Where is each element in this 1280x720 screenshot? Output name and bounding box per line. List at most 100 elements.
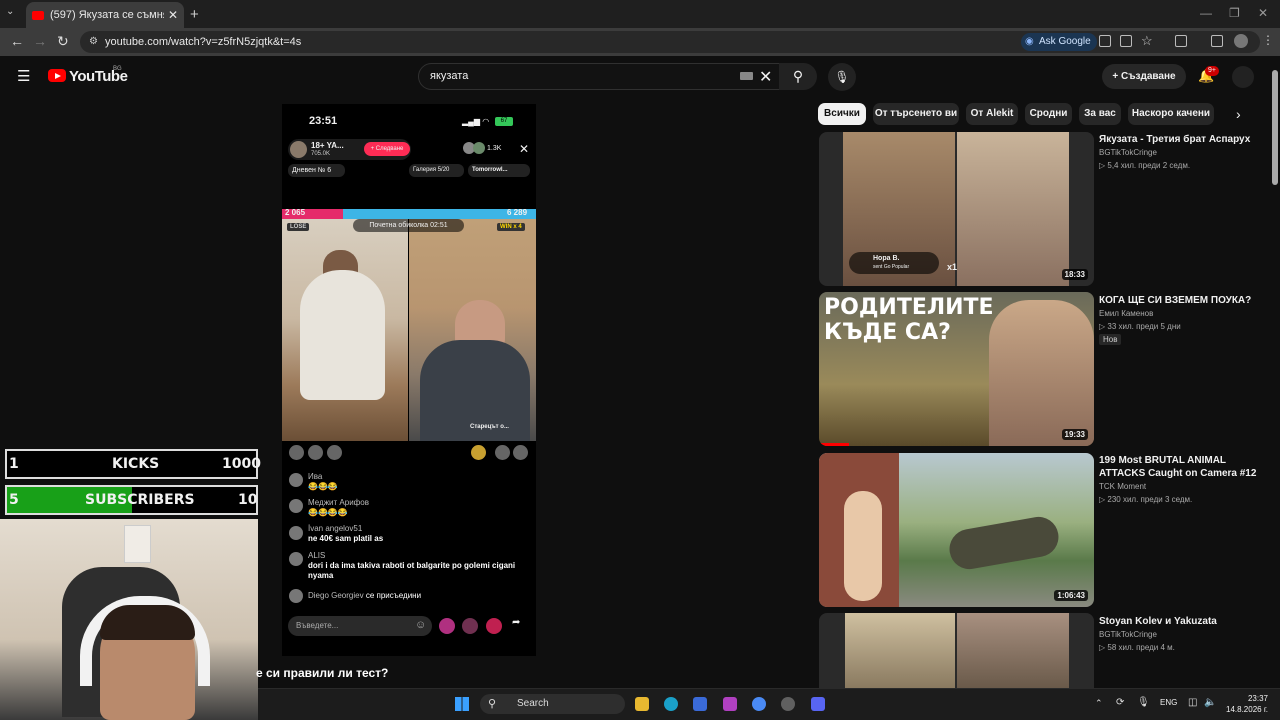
- signal-wifi-icon: ▂▄▆ ◠: [462, 117, 490, 126]
- chat-username: İvan angelov51: [308, 524, 363, 533]
- tab-list-chevron-icon[interactable]: ⌄: [6, 6, 14, 17]
- create-button[interactable]: + Създаване: [1102, 64, 1186, 89]
- profile-avatar[interactable]: [1234, 34, 1248, 48]
- video-title[interactable]: Stoyan Kolev и Yakuzata: [1099, 615, 1264, 628]
- store-icon[interactable]: [693, 697, 707, 711]
- video-thumbnail[interactable]: Нора В. sent Go Popular x1 18:33: [819, 132, 1094, 286]
- hamburger-menu-icon[interactable]: ☰: [17, 67, 30, 85]
- chrome-icon[interactable]: [752, 697, 766, 711]
- chat-username: ALIS: [308, 551, 326, 560]
- video-title[interactable]: Якузата - Третия брат Аспарух: [1099, 133, 1264, 146]
- translate-icon[interactable]: [1099, 35, 1111, 47]
- channel-name[interactable]: Емил Каменов: [1099, 309, 1153, 318]
- discord-icon[interactable]: [811, 697, 825, 711]
- chat-username: Меджит Арифов: [308, 498, 369, 507]
- kicks-target: 1000: [222, 456, 261, 472]
- back-button[interactable]: ←: [10, 33, 24, 49]
- edge-icon[interactable]: [664, 697, 678, 711]
- viewer-count: 1.3K: [487, 145, 502, 152]
- host-avatar: [290, 141, 307, 158]
- emoji-icon: ☺: [415, 619, 427, 631]
- search-input[interactable]: якузата: [418, 63, 780, 90]
- volume-icon[interactable]: 🔈: [1204, 697, 1216, 708]
- reading-list-icon[interactable]: [1211, 35, 1223, 47]
- tray-overflow-icon[interactable]: ⌃: [1095, 698, 1103, 709]
- search-button[interactable]: ⚲: [779, 63, 817, 90]
- forward-button[interactable]: →: [33, 33, 47, 49]
- taskbar-clock[interactable]: 23:37 14.8.2026 г.: [1225, 693, 1268, 715]
- bookmark-star-icon[interactable]: ☆: [1141, 33, 1153, 49]
- video-subtitle: е си правили ли тест?: [256, 666, 389, 680]
- channel-name[interactable]: BGTikTokCringe: [1099, 148, 1157, 157]
- create-label: Създаване: [1121, 71, 1176, 82]
- language-indicator[interactable]: ENG: [1160, 698, 1177, 707]
- site-info-icon[interactable]: ⚙: [89, 36, 98, 47]
- close-window-button[interactable]: ✕: [1258, 6, 1268, 20]
- subs-current: 5: [9, 492, 19, 508]
- chat-text: dori i da ima takiva raboti ot balgarite…: [308, 561, 516, 580]
- video-thumbnail[interactable]: [819, 613, 1094, 688]
- video-duration: 19:33: [1061, 429, 1088, 440]
- cast-icon[interactable]: [1120, 35, 1132, 47]
- file-explorer-icon[interactable]: [635, 697, 649, 711]
- clock-time: 23:37: [1247, 694, 1268, 703]
- chip-related[interactable]: Сродни: [1025, 103, 1072, 125]
- video-meta: ▷ 230 хил. преди 3 седм.: [1099, 495, 1193, 504]
- video-title[interactable]: КОГА ЩЕ СИ ВЗЕМЕМ ПОУКА?: [1099, 294, 1264, 307]
- tab-active[interactable]: (597) Якузата се съмнява в свс ✕: [26, 2, 184, 28]
- alligator: [946, 513, 1062, 573]
- new-badge: Нов: [1099, 334, 1122, 345]
- clear-search-icon[interactable]: ✕: [759, 67, 772, 87]
- chip-recently-uploaded[interactable]: Наскоро качени: [1128, 103, 1214, 125]
- chat-avatar: [289, 499, 303, 513]
- viewer-avatar: [473, 142, 485, 154]
- youtube-logo-icon[interactable]: [48, 69, 66, 82]
- video-thumbnail[interactable]: РОДИТЕЛИТЕ КЪДЕ СА? 19:33: [819, 292, 1094, 446]
- windows-start-icon[interactable]: [455, 697, 469, 711]
- score-left: 2 065: [285, 208, 306, 217]
- gifter-avatar: [289, 445, 304, 460]
- minimize-button[interactable]: —: [1200, 6, 1212, 20]
- lose-label: LOSE: [287, 223, 310, 231]
- voice-search-mic-icon[interactable]: 🎙: [828, 63, 856, 91]
- notification-count-badge: 9+: [1205, 66, 1219, 76]
- chip-from-search[interactable]: От търсенето ви: [873, 103, 959, 125]
- video-thumbnail[interactable]: 1:06:43: [819, 453, 1094, 607]
- gifter-avatar: [513, 445, 528, 460]
- chat-avatar: [289, 589, 303, 603]
- chat-username: Diego Georgiev: [308, 591, 364, 600]
- keyboard-icon[interactable]: [740, 72, 753, 80]
- thumb-left-frame: [845, 613, 955, 688]
- menu-kebab-icon[interactable]: ⋮: [1262, 33, 1274, 47]
- chip-all[interactable]: Всички: [818, 103, 866, 125]
- left-streamer-body: [300, 270, 385, 400]
- reload-button[interactable]: ↻: [57, 33, 69, 50]
- chip-from-alekit[interactable]: От Alekit: [966, 103, 1018, 125]
- gifter-avatar: [495, 445, 510, 460]
- phone-time: 23:51: [309, 115, 338, 127]
- search-icon: ⚲: [792, 68, 804, 84]
- channel-name[interactable]: BGTikTokCringe: [1099, 630, 1157, 639]
- search-query: якузата: [430, 70, 469, 82]
- taskbar-search[interactable]: Search: [480, 694, 625, 714]
- youtube-favicon-icon: [32, 10, 44, 20]
- channel-name[interactable]: TCK Moment: [1099, 482, 1146, 491]
- account-avatar[interactable]: [1232, 66, 1254, 88]
- chip-next-chevron-icon[interactable]: ›: [1236, 106, 1241, 122]
- app-icon[interactable]: [781, 697, 795, 711]
- chip-for-you[interactable]: За вас: [1079, 103, 1121, 125]
- microphone-icon[interactable]: 🎙: [1137, 697, 1150, 708]
- comment-input: Въведете...: [288, 616, 432, 636]
- battery-icon: 67: [495, 117, 513, 126]
- video-duration: 18:33: [1061, 269, 1088, 280]
- video-title[interactable]: 199 Most BRUTAL ANIMAL ATTACKS Caught on…: [1099, 454, 1264, 480]
- network-icon[interactable]: ◫: [1188, 697, 1197, 708]
- tab-close-icon[interactable]: ✕: [168, 8, 178, 22]
- extensions-icon[interactable]: [1175, 35, 1187, 47]
- tray-app-icon[interactable]: ⟳: [1116, 697, 1124, 708]
- app-icon[interactable]: [723, 697, 737, 711]
- maximize-button[interactable]: ❐: [1229, 6, 1240, 20]
- new-tab-button[interactable]: +: [190, 6, 199, 23]
- page-scrollbar[interactable]: [1272, 70, 1278, 185]
- gifter-avatar: [327, 445, 342, 460]
